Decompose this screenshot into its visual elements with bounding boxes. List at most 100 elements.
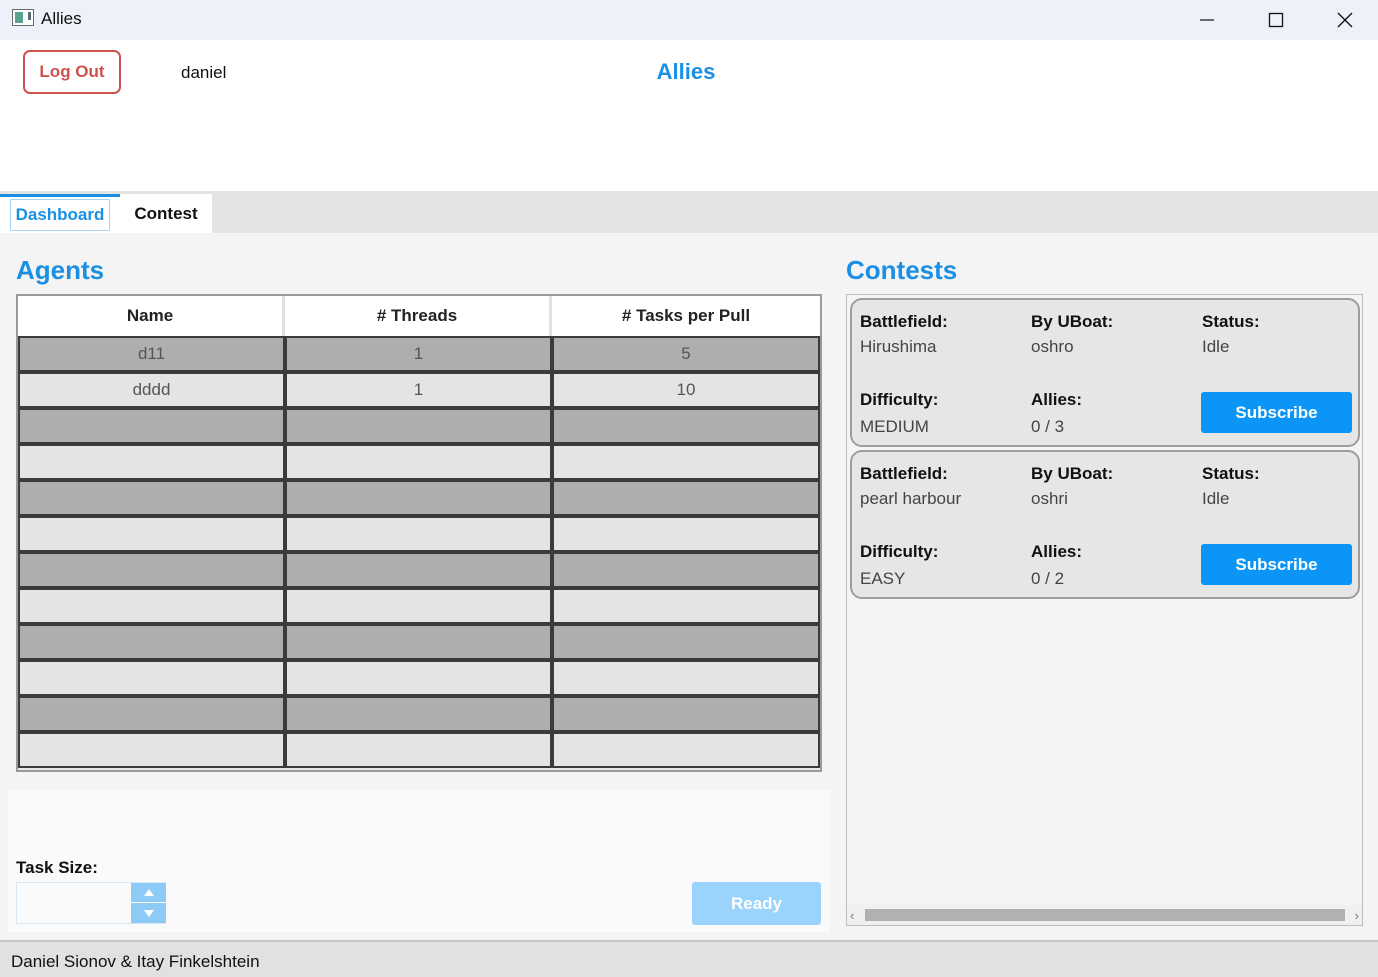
allies-value: 0 / 2 — [1031, 569, 1065, 588]
credits-text: Daniel Sionov & Itay Finkelshtein — [11, 952, 260, 971]
table-row[interactable]: d11 1 5 — [18, 336, 820, 372]
uboat-value: oshri — [1031, 489, 1068, 508]
table-row[interactable] — [18, 552, 820, 588]
table-row[interactable] — [18, 516, 820, 552]
table-cell-threads: 1 — [285, 372, 552, 408]
dashboard-content: Agents Name # Threads # Tasks per Pull d… — [0, 233, 1378, 940]
column-header-threads[interactable]: # Threads — [285, 296, 552, 336]
tab-dashboard-label: Dashboard — [9, 199, 111, 231]
table-row[interactable] — [18, 696, 820, 732]
table-row[interactable] — [18, 732, 820, 768]
subscribe-button[interactable]: Subscribe — [1201, 544, 1352, 585]
table-row[interactable] — [18, 408, 820, 444]
minimize-button[interactable] — [1172, 0, 1242, 40]
table-cell-threads — [285, 552, 552, 588]
allies-label: Allies: — [1031, 390, 1083, 409]
scroll-right-icon[interactable]: › — [1355, 908, 1359, 923]
table-cell-name: d11 — [18, 336, 285, 372]
uboat-value: oshro — [1031, 337, 1074, 356]
table-row[interactable] — [18, 588, 820, 624]
table-cell-threads — [285, 408, 552, 444]
chevron-up-icon — [143, 889, 154, 896]
table-cell-name — [18, 660, 285, 696]
difficulty-label: Difficulty: — [860, 542, 939, 561]
spinner-buttons — [131, 883, 166, 923]
agents-title: Agents — [16, 255, 105, 285]
table-cell-tasks — [552, 480, 820, 516]
table-cell-name — [18, 480, 285, 516]
tab-contest[interactable]: Contest — [120, 194, 212, 233]
table-cell-tasks — [552, 624, 820, 660]
battlefield-label: Battlefield: — [860, 464, 948, 483]
minimize-icon — [1200, 19, 1214, 21]
increment-button[interactable] — [131, 883, 166, 903]
decrement-button[interactable] — [131, 903, 166, 923]
contests-title: Contests — [846, 255, 958, 285]
contest-card: Battlefield: Hirushima By UBoat: oshro Statu… — [850, 298, 1360, 447]
difficulty-value: EASY — [860, 569, 906, 588]
tab-bar: Dashboard Contest — [0, 191, 1378, 233]
table-row[interactable] — [18, 624, 820, 660]
agents-panel: Agents Name # Threads # Tasks per Pull d… — [8, 241, 830, 782]
task-size-input[interactable] — [17, 883, 130, 923]
table-cell-tasks — [552, 588, 820, 624]
table-row[interactable] — [18, 660, 820, 696]
tab-dashboard[interactable]: Dashboard — [0, 194, 120, 233]
close-button[interactable] — [1310, 0, 1378, 40]
table-row[interactable]: dddd 1 10 — [18, 372, 820, 408]
task-panel: Task Size: Ready — [8, 790, 830, 932]
difficulty-label: Difficulty: — [860, 390, 939, 409]
table-cell-threads — [285, 480, 552, 516]
table-cell-tasks: 10 — [552, 372, 820, 408]
maximize-icon — [1268, 12, 1284, 28]
table-cell-tasks — [552, 408, 820, 444]
table-row[interactable] — [18, 444, 820, 480]
subscribe-button[interactable]: Subscribe — [1201, 392, 1352, 433]
allies-label: Allies: — [1031, 542, 1083, 561]
contest-list[interactable]: Battlefield: Hirushima By UBoat: oshro Statu… — [846, 294, 1363, 926]
status-bar: Daniel Sionov & Itay Finkelshtein — [0, 940, 1378, 977]
difficulty-value: MEDIUM — [860, 417, 929, 436]
task-size-spinner[interactable] — [16, 882, 166, 924]
table-cell-name — [18, 624, 285, 660]
table-cell-tasks — [552, 444, 820, 480]
table-cell-name: dddd — [18, 372, 285, 408]
allies-value: 0 / 3 — [1031, 417, 1065, 436]
table-cell-threads — [285, 444, 552, 480]
scroll-left-icon[interactable]: ‹ — [850, 908, 854, 923]
table-row[interactable] — [18, 480, 820, 516]
close-icon — [1337, 12, 1353, 28]
table-cell-name — [18, 444, 285, 480]
title-bar: Allies — [0, 0, 1378, 40]
battlefield-label: Battlefield: — [860, 312, 948, 331]
column-header-name[interactable]: Name — [18, 296, 285, 336]
table-cell-tasks: 5 — [552, 336, 820, 372]
status-label: Status: — [1202, 312, 1260, 331]
ready-button[interactable]: Ready — [692, 882, 821, 925]
horizontal-scrollbar[interactable]: ‹ › — [847, 905, 1362, 925]
table-cell-name — [18, 408, 285, 444]
chevron-down-icon — [143, 909, 154, 917]
tab-contest-label: Contest — [134, 203, 198, 223]
table-cell-name — [18, 588, 285, 624]
table-cell-tasks — [552, 660, 820, 696]
battlefield-value: pearl harbour — [860, 489, 962, 508]
table-cell-name — [18, 516, 285, 552]
contest-card: Battlefield: pearl harbour By UBoat: oshri S… — [850, 450, 1360, 599]
agents-table-header: Name # Threads # Tasks per Pull — [18, 296, 820, 336]
table-cell-name — [18, 732, 285, 768]
uboat-label: By UBoat: — [1031, 312, 1114, 331]
maximize-button[interactable] — [1241, 0, 1311, 40]
app-icon — [12, 9, 34, 26]
table-cell-threads — [285, 516, 552, 552]
logout-button[interactable]: Log Out — [23, 50, 121, 94]
table-cell-threads — [285, 696, 552, 732]
agents-table[interactable]: Name # Threads # Tasks per Pull d11 1 5 ddd… — [16, 294, 822, 772]
battlefield-value: Hirushima — [860, 337, 937, 356]
table-cell-name — [18, 696, 285, 732]
column-header-tasks[interactable]: # Tasks per Pull — [552, 296, 820, 336]
status-value: Idle — [1202, 337, 1230, 356]
scrollbar-thumb[interactable] — [865, 909, 1345, 921]
task-size-label: Task Size: — [16, 858, 98, 877]
table-cell-threads: 1 — [285, 336, 552, 372]
